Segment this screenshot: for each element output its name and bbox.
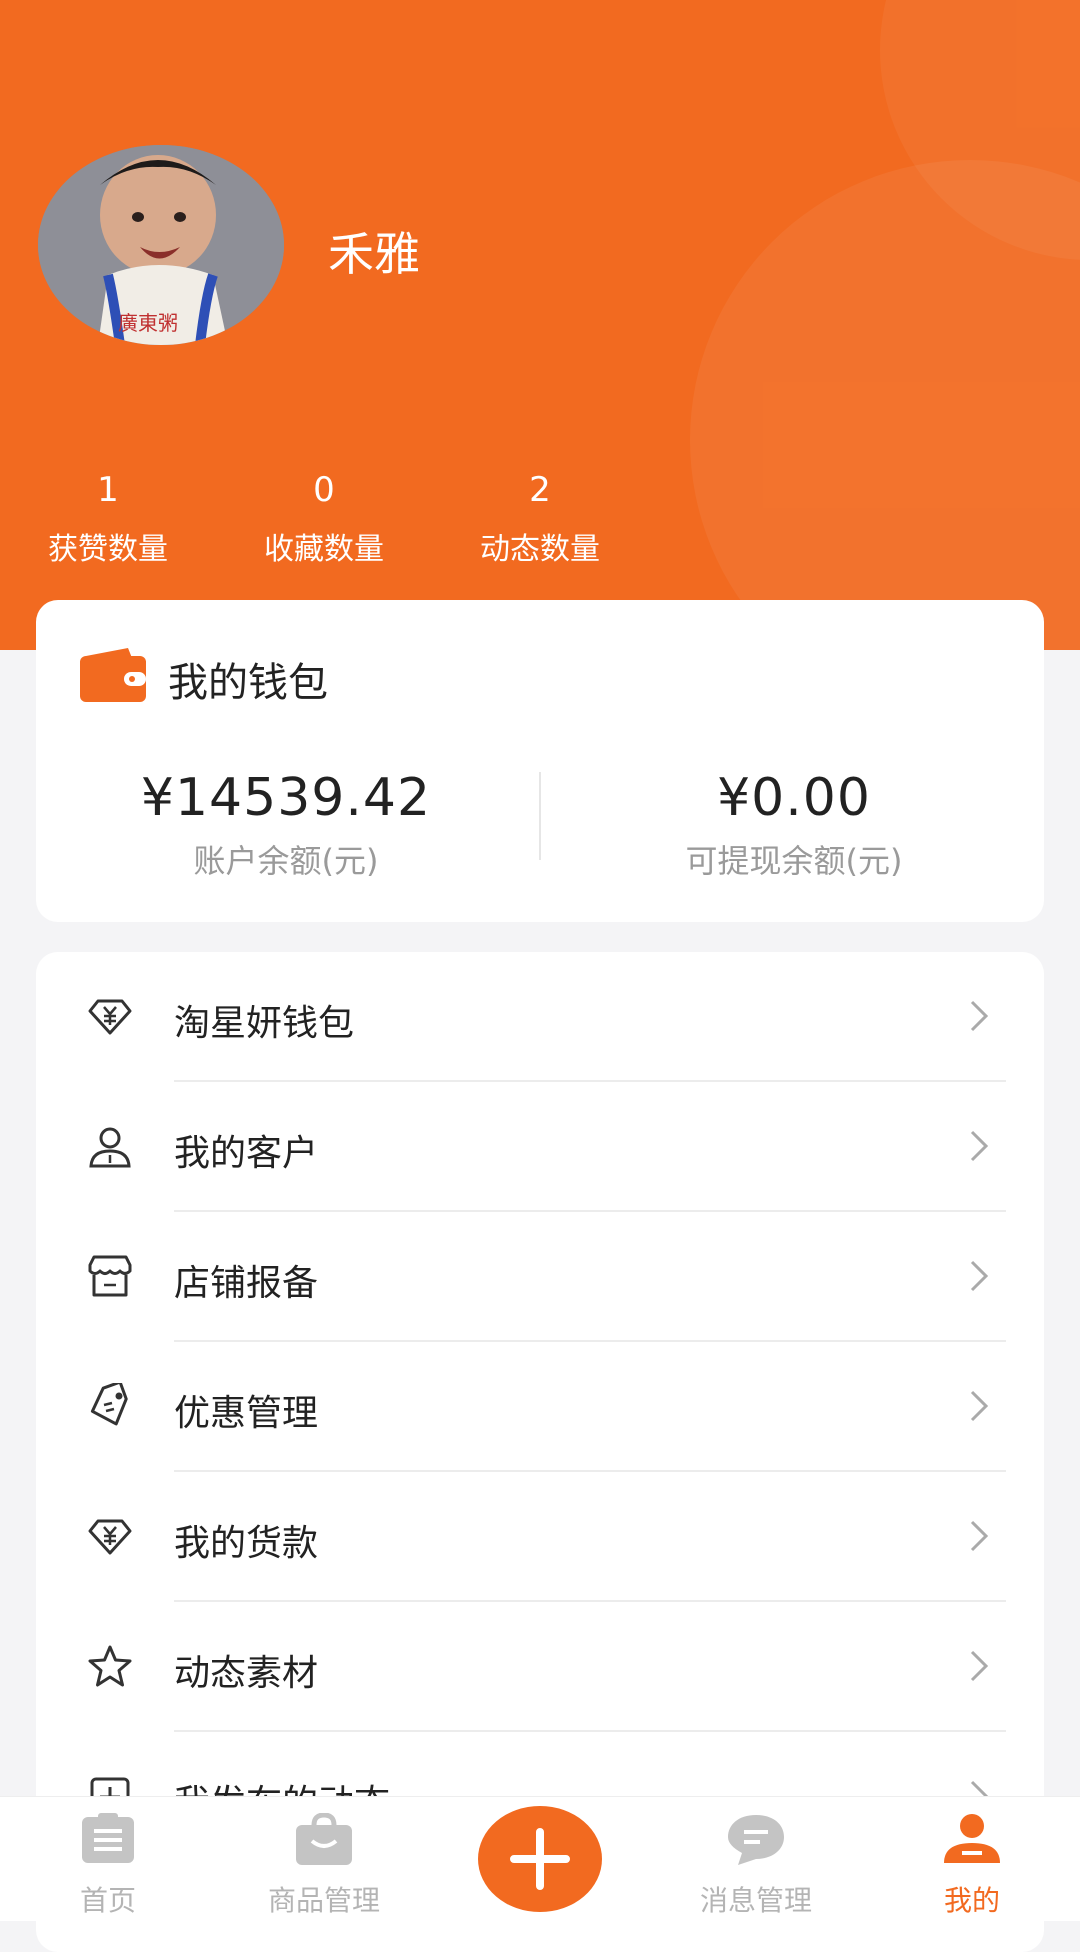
wallet-title: 我的钱包	[168, 660, 328, 706]
chevron-right-icon	[968, 1258, 992, 1298]
chevron-right-icon	[968, 1518, 992, 1558]
tab-messages[interactable]: 消息管理	[648, 1797, 864, 1921]
chevron-right-icon	[968, 1128, 992, 1168]
account-balance[interactable]: ¥14539.42 账户余额(元)	[36, 768, 536, 882]
stat-value: 2	[529, 470, 551, 510]
stat-label: 收藏数量	[264, 532, 384, 567]
tab-label: 我的	[943, 1884, 1000, 1917]
menu-item-label: 优惠管理	[174, 1393, 319, 1434]
stat-value: 0	[313, 470, 335, 510]
user-icon	[86, 1123, 134, 1171]
tab-label: 商品管理	[267, 1884, 380, 1917]
profile-header: 廣東粥 禾雅 1 获赞数量 0 收藏数量 2 动态数量	[0, 0, 1080, 650]
chevron-right-icon	[968, 998, 992, 1038]
username: 禾雅	[328, 227, 420, 281]
menu-item-label: 动态素材	[174, 1653, 319, 1694]
withdrawable-balance[interactable]: ¥0.00 可提现余额(元)	[544, 768, 1044, 882]
menu-item-customers[interactable]: 我的客户	[36, 1082, 1044, 1212]
stat-posts[interactable]: 2 动态数量	[450, 468, 630, 568]
chevron-right-icon	[968, 1388, 992, 1428]
svg-text:廣東粥: 廣東粥	[118, 311, 178, 335]
profile-icon	[942, 1813, 1002, 1867]
stat-label: 动态数量	[480, 532, 600, 567]
balance-label: 账户余额(元)	[193, 842, 379, 880]
tab-mine[interactable]: 我的	[864, 1797, 1080, 1921]
tab-products[interactable]: 商品管理	[216, 1797, 432, 1921]
withdrawable-label: 可提现余额(元)	[685, 842, 903, 880]
chat-icon	[726, 1813, 786, 1867]
chevron-right-icon	[968, 1648, 992, 1688]
menu-item-wallet[interactable]: 淘星妍钱包	[36, 952, 1044, 1082]
stat-label: 获赞数量	[48, 532, 168, 567]
home-doc-icon	[78, 1813, 138, 1867]
menu-item-label: 我的客户	[174, 1133, 319, 1174]
tab-label: 消息管理	[699, 1884, 812, 1917]
wallet-card[interactable]: 我的钱包 ¥14539.42 账户余额(元) ¥0.00 可提现余额(元)	[36, 600, 1044, 922]
menu-item-store-report[interactable]: 店铺报备	[36, 1212, 1044, 1342]
menu-item-label: 我的货款	[174, 1523, 319, 1564]
add-button[interactable]	[478, 1806, 602, 1912]
tab-label: 首页	[79, 1884, 136, 1917]
bag-icon	[294, 1812, 354, 1867]
withdrawable-amount: ¥0.00	[717, 768, 871, 828]
plus-icon	[510, 1828, 570, 1890]
coupon-icon	[86, 1380, 134, 1431]
wallet-icon	[80, 646, 146, 706]
menu-item-payments[interactable]: 我的货款	[36, 1472, 1044, 1602]
divider	[539, 772, 541, 860]
menu-item-label: 淘星妍钱包	[174, 1003, 355, 1044]
menu-item-materials[interactable]: 动态素材	[36, 1602, 1044, 1732]
stat-value: 1	[97, 470, 119, 510]
balance-amount: ¥14539.42	[140, 768, 432, 828]
diamond-yen-icon	[86, 1513, 134, 1561]
stat-likes[interactable]: 1 获赞数量	[18, 468, 198, 568]
star-icon	[86, 1643, 134, 1691]
store-icon	[86, 1253, 134, 1301]
avatar[interactable]: 廣東粥	[38, 145, 284, 345]
diamond-yen-icon	[86, 993, 134, 1041]
stat-favorites[interactable]: 0 收藏数量	[234, 468, 414, 568]
tab-home[interactable]: 首页	[0, 1797, 216, 1921]
menu-item-label: 店铺报备	[174, 1263, 319, 1304]
menu-item-discounts[interactable]: 优惠管理	[36, 1342, 1044, 1472]
